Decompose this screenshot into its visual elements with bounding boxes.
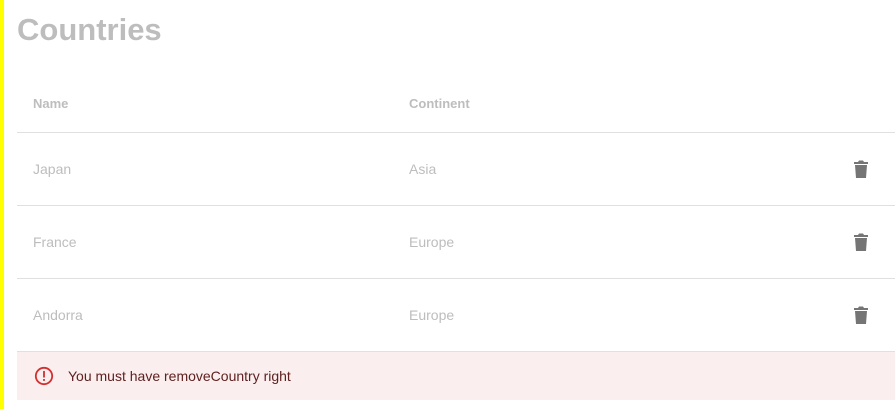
alert-message: You must have removeCountry right xyxy=(68,368,291,384)
table-header-row: Name Continent xyxy=(17,74,895,133)
delete-country-button[interactable] xyxy=(849,303,873,327)
table-row: France Europe xyxy=(17,206,895,279)
country-continent-cell: Europe xyxy=(409,234,455,250)
delete-country-button[interactable] xyxy=(849,230,873,254)
table-row: Japan Asia xyxy=(17,133,895,206)
page-container: Countries Name Continent Japan Asia Fran… xyxy=(0,0,895,409)
error-alert: You must have removeCountry right xyxy=(17,352,895,400)
column-header-continent: Continent xyxy=(409,95,470,111)
error-outline-icon xyxy=(34,366,54,386)
page-title: Countries xyxy=(17,12,162,47)
trash-icon xyxy=(854,233,868,251)
table-row: Andorra Europe xyxy=(17,279,895,352)
country-continent-cell: Europe xyxy=(409,307,455,323)
trash-icon xyxy=(854,306,868,324)
country-continent-cell: Asia xyxy=(409,161,437,177)
countries-table: Name Continent Japan Asia France Europe … xyxy=(17,74,895,352)
column-header-name: Name xyxy=(33,95,69,111)
country-name-cell: Japan xyxy=(33,161,72,177)
country-name-cell: France xyxy=(33,234,77,250)
trash-icon xyxy=(854,160,868,178)
delete-country-button[interactable] xyxy=(849,157,873,181)
country-name-cell: Andorra xyxy=(33,307,83,323)
